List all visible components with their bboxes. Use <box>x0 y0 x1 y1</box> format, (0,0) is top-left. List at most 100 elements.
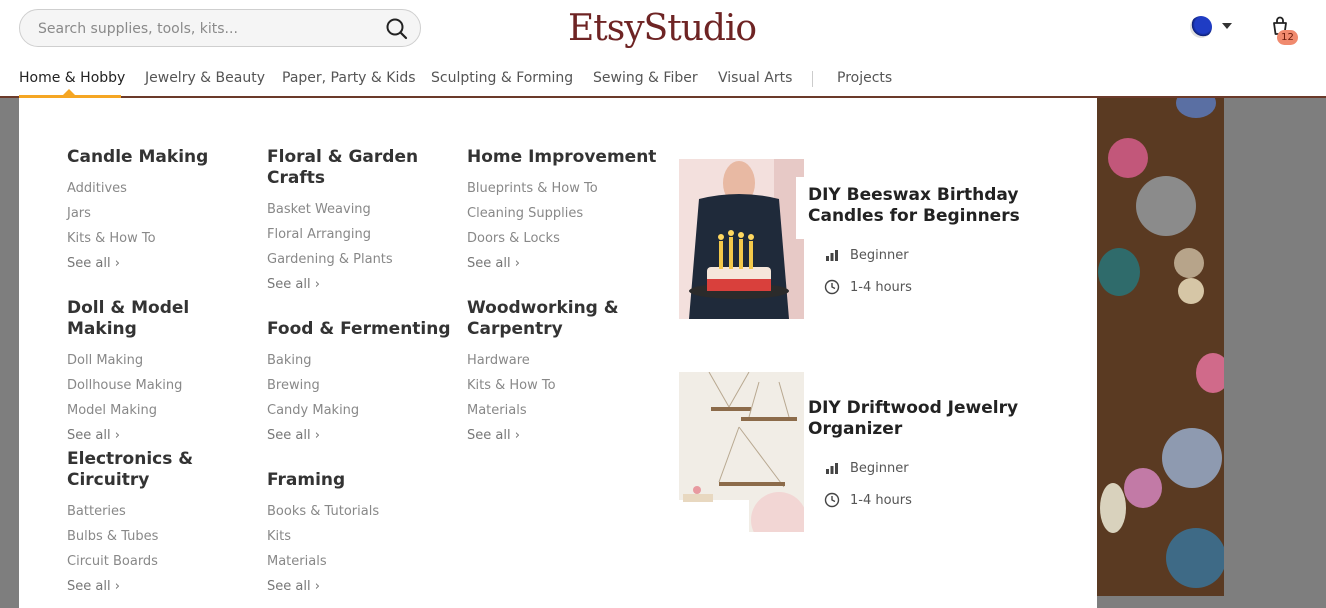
cart-count-badge: 12 <box>1277 30 1298 45</box>
menu-link[interactable]: Hardware <box>467 348 627 373</box>
see-all-link[interactable]: See all › <box>267 574 457 599</box>
nav-item-paper-party-kids[interactable]: Paper, Party & Kids <box>282 70 416 86</box>
menu-link[interactable]: Brewing <box>267 373 457 398</box>
difficulty-label: Beginner <box>850 460 909 476</box>
menu-link[interactable]: Kits & How To <box>67 226 257 251</box>
menu-link[interactable]: Materials <box>267 549 457 574</box>
menu-link[interactable]: Doll Making <box>67 348 257 373</box>
project-title[interactable]: DIY Beeswax Birthday Candles for Beginne… <box>808 185 1048 227</box>
see-all-label: See all <box>267 428 311 443</box>
chevron-right-icon: › <box>314 277 320 292</box>
project-card[interactable]: DIY Beeswax Birthday Candles for Beginne… <box>679 159 1059 319</box>
see-all-link[interactable]: See all › <box>467 423 627 448</box>
chevron-right-icon: › <box>314 579 320 594</box>
duration-label: 1-4 hours <box>850 279 912 295</box>
nav-divider <box>812 71 813 87</box>
menu-link[interactable]: Doors & Locks <box>467 226 657 251</box>
chevron-right-icon: › <box>314 428 320 443</box>
active-tab-pointer <box>63 89 75 95</box>
project-image-birthday-candles[interactable] <box>679 159 804 319</box>
menu-link[interactable]: Additives <box>67 176 257 201</box>
clock-icon <box>824 279 840 295</box>
see-all-label: See all <box>267 579 311 594</box>
see-all-link[interactable]: See all › <box>67 574 217 599</box>
chevron-right-icon: › <box>114 579 120 594</box>
chevron-right-icon: › <box>514 428 520 443</box>
menu-link[interactable]: Floral Arranging <box>267 222 427 247</box>
card-title-tab <box>796 177 804 239</box>
duration-label: 1-4 hours <box>850 492 912 508</box>
difficulty-row: Beginner <box>824 247 909 263</box>
menu-link[interactable]: Books & Tutorials <box>267 499 457 524</box>
see-all-link[interactable]: See all › <box>67 423 257 448</box>
menu-link[interactable]: Bulbs & Tubes <box>67 524 217 549</box>
search-bar[interactable] <box>19 9 421 47</box>
menu-group-title[interactable]: Woodworking & Carpentry <box>467 298 627 340</box>
menu-group-doll-model-making: Doll & Model Making Doll Making Dollhous… <box>67 298 257 448</box>
nav-item-jewelry-beauty[interactable]: Jewelry & Beauty <box>145 70 265 86</box>
see-all-link[interactable]: See all › <box>267 272 427 297</box>
chevron-right-icon: › <box>114 256 120 271</box>
menu-group-electronics-circuitry: Electronics & Circuitry Batteries Bulbs … <box>67 449 217 599</box>
menu-link[interactable]: Model Making <box>67 398 257 423</box>
logo[interactable]: EtsyStudio <box>568 8 757 49</box>
menu-group-title[interactable]: Food & Fermenting <box>267 319 457 340</box>
menu-link[interactable]: Blueprints & How To <box>467 176 657 201</box>
menu-link[interactable]: Candy Making <box>267 398 457 423</box>
chevron-down-icon[interactable] <box>1222 23 1232 29</box>
see-all-link[interactable]: See all › <box>267 423 457 448</box>
clock-icon <box>824 492 840 508</box>
nav-item-sewing-fiber[interactable]: Sewing & Fiber <box>593 70 698 86</box>
project-image-driftwood-organizer[interactable] <box>679 372 804 532</box>
menu-group-title[interactable]: Electronics & Circuitry <box>67 449 217 491</box>
see-all-link[interactable]: See all › <box>467 251 657 276</box>
menu-group-candle-making: Candle Making Additives Jars Kits & How … <box>67 147 257 276</box>
menu-link[interactable]: Baking <box>267 348 457 373</box>
menu-link[interactable]: Kits & How To <box>467 373 627 398</box>
menu-link[interactable]: Jars <box>67 201 257 226</box>
difficulty-label: Beginner <box>850 247 909 263</box>
menu-link[interactable]: Dollhouse Making <box>67 373 257 398</box>
nav-item-projects[interactable]: Projects <box>837 70 892 86</box>
difficulty-bars-icon <box>826 250 838 261</box>
difficulty-bars-icon <box>826 463 838 474</box>
nav-item-visual-arts[interactable]: Visual Arts <box>718 70 792 86</box>
difficulty-row: Beginner <box>824 460 909 476</box>
background-photo <box>1096 98 1224 596</box>
nav-item-sculpting-forming[interactable]: Sculpting & Forming <box>431 70 573 86</box>
menu-group-title[interactable]: Doll & Model Making <box>67 298 257 340</box>
nav-item-home-hobby[interactable]: Home & Hobby <box>19 70 125 86</box>
search-input[interactable] <box>38 18 378 40</box>
see-all-label: See all <box>67 579 111 594</box>
duration-row: 1-4 hours <box>824 492 912 508</box>
menu-link[interactable]: Circuit Boards <box>67 549 217 574</box>
project-card[interactable]: DIY Driftwood Jewelry Organizer Beginner… <box>679 372 1059 532</box>
chevron-right-icon: › <box>114 428 120 443</box>
menu-group-framing: Framing Books & Tutorials Kits Materials… <box>267 470 457 599</box>
see-all-link[interactable]: See all › <box>67 251 257 276</box>
menu-group-floral-garden: Floral & Garden Crafts Basket Weaving Fl… <box>267 147 427 297</box>
menu-group-woodworking-carpentry: Woodworking & Carpentry Hardware Kits & … <box>467 298 627 448</box>
see-all-label: See all <box>67 256 111 271</box>
menu-group-food-fermenting: Food & Fermenting Baking Brewing Candy M… <box>267 319 457 448</box>
menu-link[interactable]: Basket Weaving <box>267 197 427 222</box>
search-icon[interactable] <box>384 16 410 42</box>
menu-link[interactable]: Kits <box>267 524 457 549</box>
menu-group-title[interactable]: Framing <box>267 470 457 491</box>
mega-menu-panel: Candle Making Additives Jars Kits & How … <box>19 98 1097 608</box>
menu-link[interactable]: Cleaning Supplies <box>467 201 657 226</box>
menu-link[interactable]: Gardening & Plants <box>267 247 427 272</box>
see-all-label: See all <box>467 428 511 443</box>
menu-link[interactable]: Batteries <box>67 499 217 524</box>
category-nav: Home & Hobby Jewelry & Beauty Paper, Par… <box>0 68 1000 92</box>
menu-group-title[interactable]: Home Improvement <box>467 147 657 168</box>
see-all-label: See all <box>467 256 511 271</box>
globe-icon[interactable] <box>1190 16 1212 38</box>
menu-link[interactable]: Materials <box>467 398 627 423</box>
chevron-right-icon: › <box>514 256 520 271</box>
see-all-label: See all <box>267 277 311 292</box>
menu-group-title[interactable]: Floral & Garden Crafts <box>267 147 427 189</box>
menu-group-home-improvement: Home Improvement Blueprints & How To Cle… <box>467 147 657 276</box>
menu-group-title[interactable]: Candle Making <box>67 147 257 168</box>
project-title[interactable]: DIY Driftwood Jewelry Organizer <box>808 398 1048 440</box>
